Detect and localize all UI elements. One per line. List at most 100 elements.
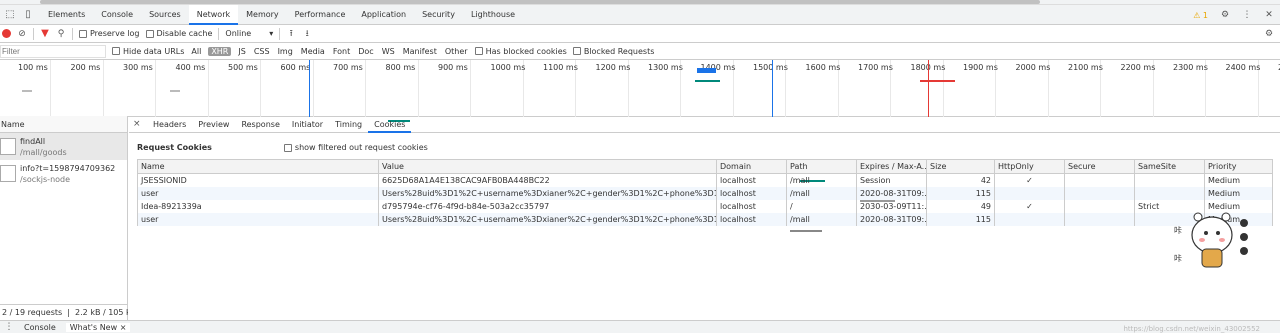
tab-response[interactable]: Response (235, 116, 285, 133)
type-filter-css[interactable]: CSS (253, 47, 271, 56)
tab-memory[interactable]: Memory (238, 5, 287, 25)
tab-headers[interactable]: Headers (147, 116, 192, 133)
tab-initiator[interactable]: Initiator (286, 116, 329, 133)
type-filter-media[interactable]: Media (300, 47, 326, 56)
settings-gear-icon[interactable]: ⚙ (1220, 10, 1230, 20)
close-icon[interactable]: × (120, 323, 127, 332)
chevron-down-icon: ▾ (269, 29, 274, 38)
more-options-icon[interactable]: ⋮ (1242, 10, 1252, 20)
separator (72, 27, 73, 40)
type-filter-other[interactable]: Other (444, 47, 469, 56)
close-details-icon[interactable]: × (133, 119, 147, 129)
timeline-tick-label: 900 ms (438, 63, 468, 72)
throttle-select[interactable]: Online ▾ (225, 29, 273, 38)
type-filter-xhr[interactable]: XHR (208, 46, 232, 56)
export-har-icon[interactable]: ⭳ (302, 29, 312, 39)
tab-preview[interactable]: Preview (192, 116, 235, 133)
checkbox-box[interactable] (283, 143, 292, 152)
filter-funnel-icon[interactable]: ▼ (40, 28, 50, 39)
tab-network[interactable]: Network (188, 4, 239, 25)
show-filtered-label: show filtered out request cookies (294, 143, 428, 152)
column-header[interactable]: Secure (1064, 159, 1135, 174)
blocked-requests-checkbox[interactable]: Blocked Requests (572, 47, 654, 56)
record-icon[interactable] (2, 29, 11, 38)
device-toolbar-icon[interactable]: ▯ (22, 9, 34, 21)
column-header[interactable]: Expires / Max-A... (856, 159, 927, 174)
tab-sources[interactable]: Sources (141, 5, 189, 25)
timeline-tick-label: 1700 ms (858, 63, 893, 72)
close-devtools-icon[interactable]: ✕ (1264, 10, 1274, 20)
request-count: 2 / 19 requests (2, 308, 63, 317)
column-header[interactable]: Name (137, 159, 379, 174)
checkbox-box[interactable] (145, 29, 154, 38)
disable-cache-checkbox[interactable]: Disable cache (145, 29, 212, 38)
table-cell: user (137, 212, 379, 226)
separator (279, 27, 281, 40)
request-item[interactable]: info?t=1598794709362/sockjs-node (0, 160, 127, 187)
clear-icon[interactable]: ⊘ (17, 29, 27, 39)
column-header[interactable]: Size (926, 159, 995, 174)
table-cell: user (137, 186, 379, 200)
type-filter-font[interactable]: Font (332, 47, 351, 56)
table-row[interactable]: JSESSIONID 6625D68A1A4E138CAC9AFB0BA448BC… (137, 173, 1273, 187)
tab-timing[interactable]: Timing (329, 116, 368, 133)
type-filter-all[interactable]: All (190, 47, 202, 56)
column-header[interactable]: Domain (716, 159, 787, 174)
column-header[interactable]: SameSite (1134, 159, 1205, 174)
search-icon[interactable]: ⚲ (56, 29, 66, 39)
drawer-tab-whats-new[interactable]: What's New × (65, 322, 131, 332)
tab-cookies[interactable]: Cookies (368, 116, 412, 133)
request-item[interactable]: findAll/mall/goods (0, 133, 127, 160)
table-body: JSESSIONID 6625D68A1A4E138CAC9AFB0BA448BC… (137, 173, 1273, 226)
checkbox-box[interactable] (112, 47, 120, 55)
type-filter-doc[interactable]: Doc (357, 47, 374, 56)
table-row[interactable]: user Users%28uid%3D1%2C+username%3Dxianer… (137, 186, 1273, 200)
scrollbar-thumb[interactable] (40, 0, 1040, 4)
network-settings-gear-icon[interactable]: ⚙ (1264, 29, 1274, 39)
table-row[interactable]: user Users%28uid%3D1%2C+username%3Dxianer… (137, 212, 1273, 226)
column-header[interactable]: Priority (1204, 159, 1273, 174)
type-filter-manifest[interactable]: Manifest (402, 47, 438, 56)
preserve-log-checkbox[interactable]: Preserve log (79, 29, 140, 38)
watermark-text: https://blog.csdn.net/weixin_43002552 (1123, 325, 1260, 333)
inspect-element-icon[interactable]: ⬚ (4, 9, 16, 21)
type-filter-img[interactable]: Img (277, 47, 294, 56)
column-header[interactable]: Value (378, 159, 717, 174)
request-list-header[interactable]: Name (0, 116, 127, 133)
table-cell: 49 (926, 199, 995, 213)
tab-performance[interactable]: Performance (287, 5, 354, 25)
import-har-icon[interactable]: ⭱ (286, 29, 296, 39)
drawer-menu-icon[interactable]: ⋮ (4, 322, 14, 332)
svg-text:咔: 咔 (1174, 225, 1182, 235)
column-header[interactable]: Path (786, 159, 857, 174)
timeline-overview[interactable]: 100 ms 200 ms 300 ms 400 ms 500 ms 600 ms 700 … (0, 60, 1280, 232)
svg-text:咔: 咔 (1174, 253, 1182, 263)
tab-application[interactable]: Application (353, 5, 414, 25)
checkbox-box[interactable] (572, 47, 581, 55)
tab-console[interactable]: Console (93, 5, 141, 25)
table-cell (1134, 173, 1205, 187)
has-blocked-cookies-checkbox[interactable]: Has blocked cookies (474, 47, 567, 56)
show-filtered-checkbox[interactable]: show filtered out request cookies (283, 143, 428, 152)
tab-lighthouse[interactable]: Lighthouse (463, 5, 523, 25)
table-cell: Users%28uid%3D1%2C+username%3Dxianer%2C+… (378, 212, 717, 226)
timeline-tick-label: 1600 ms (805, 63, 841, 72)
tab-security[interactable]: Security (414, 5, 463, 25)
warning-indicator[interactable]: ⚠ 1 (1193, 11, 1208, 20)
type-filter-ws[interactable]: WS (381, 47, 396, 56)
hide-data-urls-checkbox[interactable]: Hide data URLs (112, 47, 184, 56)
cookies-section-header: Request Cookies show filtered out reques… (137, 143, 428, 152)
column-header[interactable]: HttpOnly (994, 159, 1065, 174)
table-cell: Idea-8921339a (137, 199, 379, 213)
tab-elements[interactable]: Elements (40, 5, 93, 25)
checkbox-box[interactable] (79, 29, 87, 38)
drawer-tab-console[interactable]: Console (24, 323, 56, 332)
checkbox-box[interactable] (474, 47, 483, 55)
throttle-value: Online (225, 29, 252, 38)
type-filter-js[interactable]: JS (237, 47, 246, 56)
filter-input[interactable] (0, 44, 106, 58)
table-row[interactable]: Idea-8921339a d795794e-cf76-4f9d-b84e-503… (137, 199, 1273, 213)
separator (33, 27, 34, 40)
table-cell (1064, 199, 1135, 213)
timeline-request-bar (22, 90, 32, 92)
